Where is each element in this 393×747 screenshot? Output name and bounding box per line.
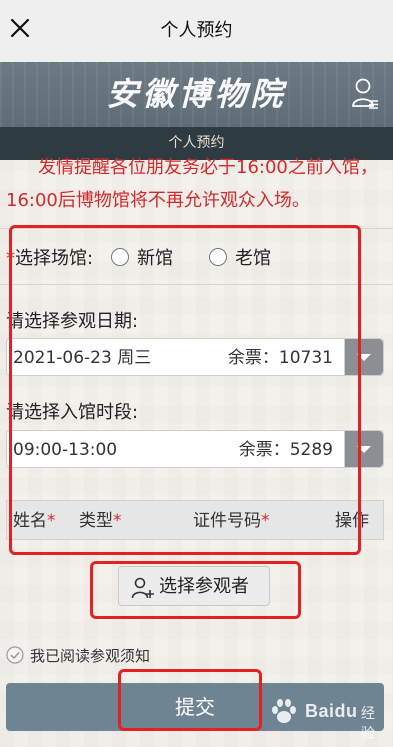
- watermark-brand-text: Bai: [305, 701, 335, 721]
- highlight-submit-box: [118, 669, 262, 731]
- user-list-icon[interactable]: [351, 76, 379, 110]
- watermark-brand: Baidu: [305, 701, 358, 722]
- watermark-brand-suffix: du: [334, 701, 358, 721]
- subnav-label: 个人预约: [168, 135, 225, 151]
- check-circle-icon[interactable]: [6, 646, 24, 664]
- museum-banner: 安徽博物院: [0, 62, 393, 127]
- notice-line-2: 16:00后博物馆将不再允许观众入场。: [6, 190, 310, 211]
- highlight-form-box: [9, 225, 361, 555]
- agreement-label[interactable]: 我已阅读参观须知: [30, 644, 150, 668]
- museum-logo: 安徽博物院: [106, 75, 287, 113]
- top-bar: 个人预约: [0, 0, 393, 63]
- baidu-watermark: Baidu 经验: [269, 696, 387, 741]
- page-title: 个人预约: [160, 20, 233, 41]
- paw-logo-icon: [272, 699, 296, 723]
- highlight-select-visitor-box: [90, 561, 301, 619]
- notice-line-1: 发情提醒各位朋友务必于16:00之前入馆，: [38, 157, 378, 178]
- watermark-suffix: 经验: [361, 705, 375, 741]
